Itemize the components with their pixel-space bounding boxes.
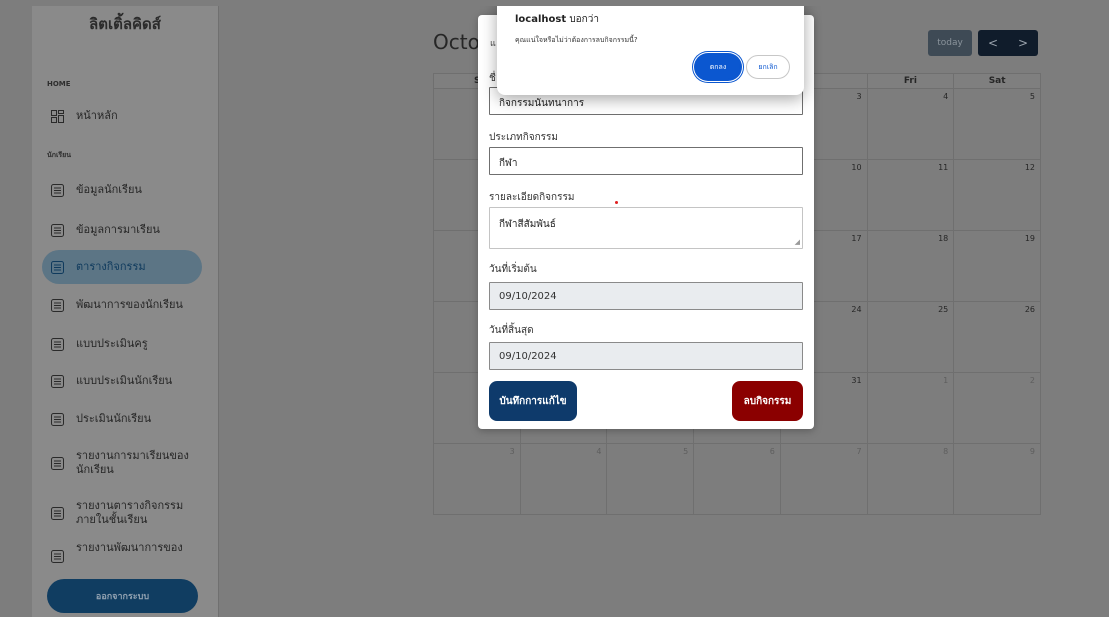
sidebar-item-label: ตารางกิจกรรม bbox=[76, 260, 146, 273]
activity-type-field[interactable]: กีฬา bbox=[489, 147, 803, 175]
list-icon bbox=[50, 183, 64, 197]
list-icon bbox=[50, 374, 64, 388]
end-date-label: วันที่สิ้นสุด bbox=[489, 325, 534, 336]
sidebar-item-label: หน้าหลัก bbox=[76, 109, 118, 122]
sidebar-item-evaluate-student[interactable]: ประเมินนักเรียน bbox=[42, 402, 202, 436]
dialog-cancel-button[interactable]: ยกเลิก bbox=[746, 55, 790, 79]
activity-type-label: ประเภทกิจกรรม bbox=[489, 132, 558, 143]
sidebar-item-label: ข้อมูลนักเรียน bbox=[76, 183, 142, 196]
day-cell[interactable]: 4 bbox=[866, 88, 955, 160]
sidebar: ลิตเติ้ลคิดส์ HOME หน้าหลัก นักเรียน ข้อ… bbox=[32, 6, 218, 617]
delete-activity-button[interactable]: ลบกิจกรรม bbox=[732, 381, 803, 421]
sidebar-item-student-info[interactable]: ข้อมูลนักเรียน bbox=[42, 173, 202, 207]
sidebar-item-student-eval-form[interactable]: แบบประเมินนักเรียน bbox=[42, 364, 202, 398]
day-cell[interactable]: 26 bbox=[953, 301, 1041, 373]
activity-name-label: ชื่ bbox=[489, 73, 496, 84]
activity-detail-label: รายละเอียดกิจกรรม bbox=[489, 192, 575, 203]
list-icon bbox=[50, 337, 64, 351]
day-cell[interactable]: 5 bbox=[953, 88, 1041, 160]
sidebar-item-label: ข้อมูลการมาเรียน bbox=[76, 223, 160, 236]
dialog-message: คุณแน่ใจหรือไม่ว่าต้องการลบกิจกรรมนี้? bbox=[515, 36, 638, 44]
list-icon bbox=[50, 506, 64, 520]
day-cell[interactable]: 3 bbox=[433, 443, 521, 515]
sidebar-item-schedule-report[interactable]: รายงานตารางกิจกรรมภายในชั้นเรียน bbox=[42, 493, 202, 533]
dialog-title: localhost บอกว่า bbox=[515, 12, 599, 27]
save-changes-button[interactable]: บันทึกการแก้ไข bbox=[489, 381, 577, 421]
sidebar-item-development-report[interactable]: รายงานพัฒนาการของ bbox=[42, 541, 202, 567]
day-cell[interactable]: 5 bbox=[606, 443, 695, 515]
app-frame: ลิตเติ้ลคิดส์ HOME หน้าหลัก นักเรียน ข้อ… bbox=[6, 6, 1109, 617]
sidebar-item-development[interactable]: พัฒนาการของนักเรียน bbox=[42, 288, 202, 322]
list-icon bbox=[50, 260, 64, 274]
sidebar-item-label: ประเมินนักเรียน bbox=[76, 412, 152, 425]
sidebar-item-label: แบบประเมินนักเรียน bbox=[76, 374, 173, 387]
day-cell[interactable]: 1 bbox=[866, 372, 955, 444]
sidebar-item-label: รายงานพัฒนาการของ bbox=[76, 541, 183, 554]
list-icon bbox=[50, 456, 64, 470]
sidebar-item-home[interactable]: หน้าหลัก bbox=[42, 99, 202, 133]
activity-detail-textarea[interactable]: กีฬาสีสัมพันธ์ ◢ bbox=[489, 207, 803, 249]
confirm-dialog: localhost บอกว่า คุณแน่ใจหรือไม่ว่าต้องก… bbox=[497, 6, 804, 95]
day-cell[interactable]: 19 bbox=[953, 230, 1041, 302]
modal-title-fragment: แ bbox=[490, 39, 496, 49]
day-cell[interactable]: 2 bbox=[953, 372, 1041, 444]
sidebar-item-label: รายงานตารางกิจกรรมภายในชั้นเรียน bbox=[76, 499, 184, 526]
day-cell[interactable]: 11 bbox=[866, 159, 955, 231]
week-row: 3 4 5 6 7 8 9 bbox=[433, 443, 1041, 515]
resize-handle-icon[interactable]: ◢ bbox=[795, 238, 800, 246]
day-cell[interactable]: 6 bbox=[693, 443, 781, 515]
activity-detail-text: กีฬาสีสัมพันธ์ bbox=[499, 219, 556, 230]
dashboard-icon bbox=[50, 109, 64, 123]
start-date-field[interactable]: 09/10/2024 bbox=[489, 282, 803, 310]
sidebar-item-label: รายงานการมาเรียนของนักเรียน bbox=[76, 449, 189, 476]
list-icon bbox=[50, 549, 64, 563]
weekday-header: Sat bbox=[953, 73, 1041, 89]
chevron-right-icon: > bbox=[1017, 36, 1029, 50]
day-cell[interactable]: 7 bbox=[779, 443, 868, 515]
chevron-left-icon: < bbox=[987, 36, 999, 50]
dialog-host: localhost bbox=[515, 14, 567, 25]
sidebar-item-attendance[interactable]: ข้อมูลการมาเรียน bbox=[42, 213, 202, 247]
next-month-button[interactable]: > bbox=[1008, 30, 1038, 56]
list-icon bbox=[50, 298, 64, 312]
list-icon bbox=[50, 412, 64, 426]
cursor-dot bbox=[615, 201, 618, 204]
list-icon bbox=[50, 223, 64, 237]
sidebar-item-teacher-eval[interactable]: แบบประเมินครู bbox=[42, 327, 202, 361]
end-date-field[interactable]: 09/10/2024 bbox=[489, 342, 803, 370]
dialog-says: บอกว่า bbox=[569, 14, 599, 25]
dialog-ok-button[interactable]: ตกลง bbox=[696, 55, 740, 79]
start-date-label: วันที่เริ่มต้น bbox=[489, 264, 537, 275]
brand-title: ลิตเติ้ลคิดส์ bbox=[89, 15, 161, 33]
day-cell[interactable]: 12 bbox=[953, 159, 1041, 231]
section-home-label: HOME bbox=[47, 80, 71, 88]
day-cell[interactable]: 18 bbox=[866, 230, 955, 302]
sidebar-item-activity-schedule[interactable]: ตารางกิจกรรม bbox=[42, 250, 202, 284]
weekday-header: Fri bbox=[866, 73, 955, 89]
day-cell[interactable]: 9 bbox=[953, 443, 1041, 515]
prev-month-button[interactable]: < bbox=[978, 30, 1008, 56]
day-cell[interactable]: 25 bbox=[866, 301, 955, 373]
sidebar-item-label: แบบประเมินครู bbox=[76, 337, 148, 350]
day-cell[interactable]: 8 bbox=[866, 443, 955, 515]
sidebar-item-attendance-report[interactable]: รายงานการมาเรียนของนักเรียน bbox=[42, 443, 202, 483]
day-cell[interactable]: 4 bbox=[519, 443, 608, 515]
logout-button[interactable]: ออกจากระบบ bbox=[47, 579, 198, 613]
section-students-label: นักเรียน bbox=[47, 151, 72, 159]
today-button[interactable]: today bbox=[928, 30, 972, 56]
sidebar-item-label: พัฒนาการของนักเรียน bbox=[76, 298, 183, 311]
